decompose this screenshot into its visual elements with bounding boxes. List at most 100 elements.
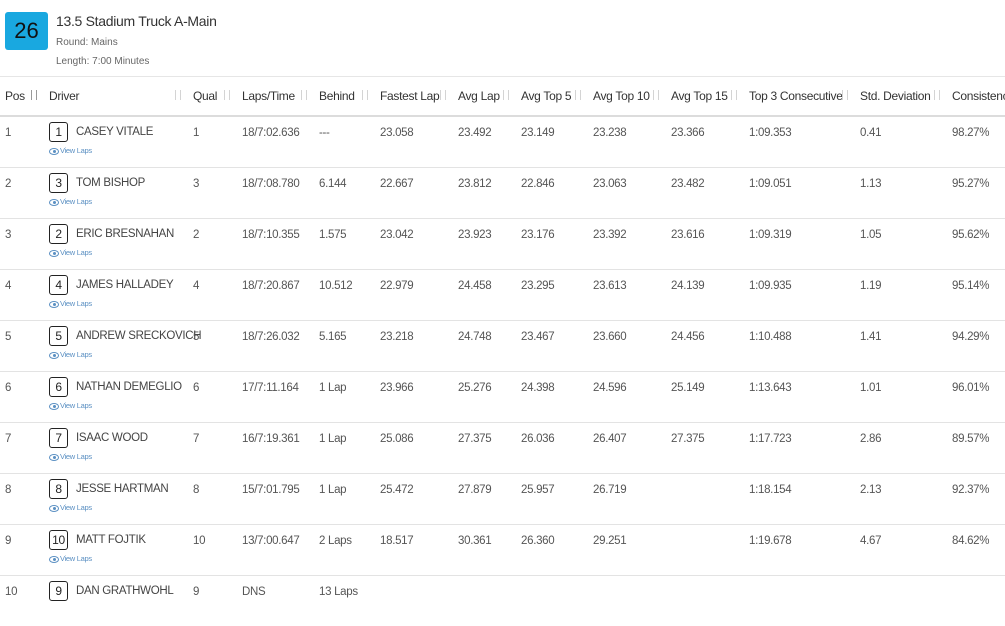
cell-behind: 6.144 bbox=[314, 168, 375, 219]
cell-laps: 18/7:08.780 bbox=[237, 168, 314, 219]
cell-value: 23.392 bbox=[593, 219, 666, 241]
cell-pos: 7 bbox=[0, 423, 44, 474]
cell-value: 23.063 bbox=[593, 168, 666, 190]
column-header-avg-lap[interactable]: Avg Lap bbox=[453, 77, 516, 117]
column-header-pos[interactable]: Pos bbox=[0, 77, 44, 117]
column-header-qual[interactable]: Qual bbox=[188, 77, 237, 117]
cell-value bbox=[671, 576, 744, 586]
cell-avg: 25.276 bbox=[453, 372, 516, 423]
cell-fastest: 22.979 bbox=[375, 270, 453, 321]
cell-value: 95.27% bbox=[952, 168, 1005, 190]
cell-qual: 8 bbox=[188, 474, 237, 525]
view-laps-link[interactable]: View Laps bbox=[49, 401, 188, 410]
column-header-avg-top-5[interactable]: Avg Top 5 bbox=[516, 77, 588, 117]
cell-qual: 9 bbox=[188, 576, 237, 626]
cell-fastest: 23.218 bbox=[375, 321, 453, 372]
cell-value: 3 bbox=[5, 219, 44, 241]
cell-value: 95.14% bbox=[952, 270, 1005, 292]
cell-value: 17/7:11.164 bbox=[242, 372, 314, 394]
cell-avg bbox=[453, 576, 516, 626]
cell-avg: 23.492 bbox=[453, 116, 516, 168]
cell-cons bbox=[947, 576, 1005, 626]
driver-cell: 7ISAAC WOODView Laps bbox=[44, 423, 188, 474]
cell-value: 4.67 bbox=[860, 525, 947, 547]
cell-value: 1:10.488 bbox=[749, 321, 855, 343]
cell-top10: 26.719 bbox=[588, 474, 666, 525]
eye-icon bbox=[49, 148, 59, 155]
sort-icon bbox=[438, 89, 448, 101]
cell-value: 23.613 bbox=[593, 270, 666, 292]
cell-value: 23.238 bbox=[593, 117, 666, 139]
driver-cell: 4JAMES HALLADEYView Laps bbox=[44, 270, 188, 321]
column-header-fastest-lap[interactable]: Fastest Lap bbox=[375, 77, 453, 117]
cell-value bbox=[380, 576, 453, 586]
cell-pos: 3 bbox=[0, 219, 44, 270]
view-laps-link[interactable]: View Laps bbox=[49, 146, 188, 155]
cell-value: 23.058 bbox=[380, 117, 453, 139]
column-header-laps-time[interactable]: Laps/Time bbox=[237, 77, 314, 117]
cell-top10: 23.238 bbox=[588, 116, 666, 168]
column-header-avg-top-15[interactable]: Avg Top 15 bbox=[666, 77, 744, 117]
table-row: 66NATHAN DEMEGLIOView Laps617/7:11.1641 … bbox=[0, 372, 1005, 423]
cell-value: 96.01% bbox=[952, 372, 1005, 394]
cell-top3c: 1:09.353 bbox=[744, 116, 855, 168]
sort-icon bbox=[932, 89, 942, 101]
cell-std: 0.41 bbox=[855, 116, 947, 168]
column-header-driver[interactable]: Driver bbox=[44, 77, 188, 117]
driver-cell: 5ANDREW SRECKOVICHView Laps bbox=[44, 321, 188, 372]
eye-icon bbox=[49, 301, 59, 308]
driver-cell: 10MATT FOJTIKView Laps bbox=[44, 525, 188, 576]
cell-value bbox=[749, 576, 855, 586]
cell-value: 18/7:10.355 bbox=[242, 219, 314, 241]
cell-value: 18/7:20.867 bbox=[242, 270, 314, 292]
driver-name: NATHAN DEMEGLIO bbox=[76, 381, 182, 393]
column-header-std-deviation[interactable]: Std. Deviation bbox=[855, 77, 947, 117]
sort-icon bbox=[651, 89, 661, 101]
cell-value: 25.957 bbox=[521, 474, 588, 496]
cell-value: 1.41 bbox=[860, 321, 947, 343]
cell-top10: 24.596 bbox=[588, 372, 666, 423]
column-header-avg-top-10[interactable]: Avg Top 10 bbox=[588, 77, 666, 117]
cell-cons: 89.57% bbox=[947, 423, 1005, 474]
cell-top15 bbox=[666, 576, 744, 626]
cell-top10 bbox=[588, 576, 666, 626]
cell-value: 23.812 bbox=[458, 168, 516, 190]
cell-fastest: 18.517 bbox=[375, 525, 453, 576]
cell-value: 25.276 bbox=[458, 372, 516, 394]
cell-value: 4 bbox=[5, 270, 44, 292]
cell-value: 1.575 bbox=[319, 219, 375, 241]
driver-name: ISAAC WOOD bbox=[76, 432, 148, 444]
cell-std: 2.86 bbox=[855, 423, 947, 474]
table-row: 11CASEY VITALEView Laps118/7:02.636---23… bbox=[0, 116, 1005, 168]
view-laps-link[interactable]: View Laps bbox=[49, 350, 188, 359]
cell-avg: 27.375 bbox=[453, 423, 516, 474]
column-header-behind[interactable]: Behind bbox=[314, 77, 375, 117]
cell-value: 1 Lap bbox=[319, 474, 375, 496]
table-row: 910MATT FOJTIKView Laps1013/7:00.6472 La… bbox=[0, 525, 1005, 576]
car-number-badge: 3 bbox=[49, 173, 68, 193]
cell-avg: 30.361 bbox=[453, 525, 516, 576]
cell-top10: 23.660 bbox=[588, 321, 666, 372]
cell-value: 26.036 bbox=[521, 423, 588, 445]
view-laps-link[interactable]: View Laps bbox=[49, 452, 188, 461]
view-laps-link[interactable]: View Laps bbox=[49, 197, 188, 206]
view-laps-link[interactable]: View Laps bbox=[49, 248, 188, 257]
race-length: Length: 7:00 Minutes bbox=[56, 56, 149, 67]
cell-value: 13 Laps bbox=[319, 576, 375, 598]
sort-icon bbox=[729, 89, 739, 101]
cell-laps: 16/7:19.361 bbox=[237, 423, 314, 474]
view-laps-link[interactable]: View Laps bbox=[49, 554, 188, 563]
view-laps-label: View Laps bbox=[60, 554, 92, 563]
cell-value: 2 bbox=[193, 219, 237, 241]
cell-value: 23.295 bbox=[521, 270, 588, 292]
cell-laps: 18/7:20.867 bbox=[237, 270, 314, 321]
column-header-top-3-consecutive[interactable]: Top 3 Consecutive bbox=[744, 77, 855, 117]
view-laps-link[interactable]: View Laps bbox=[49, 299, 188, 308]
cell-top5: 23.295 bbox=[516, 270, 588, 321]
cell-qual: 6 bbox=[188, 372, 237, 423]
column-header-consistency[interactable]: Consistency bbox=[947, 77, 1005, 117]
cell-value: 2.86 bbox=[860, 423, 947, 445]
table-row: 88JESSE HARTMANView Laps815/7:01.7951 La… bbox=[0, 474, 1005, 525]
view-laps-link[interactable]: View Laps bbox=[49, 503, 188, 512]
cell-value: 4 bbox=[193, 270, 237, 292]
